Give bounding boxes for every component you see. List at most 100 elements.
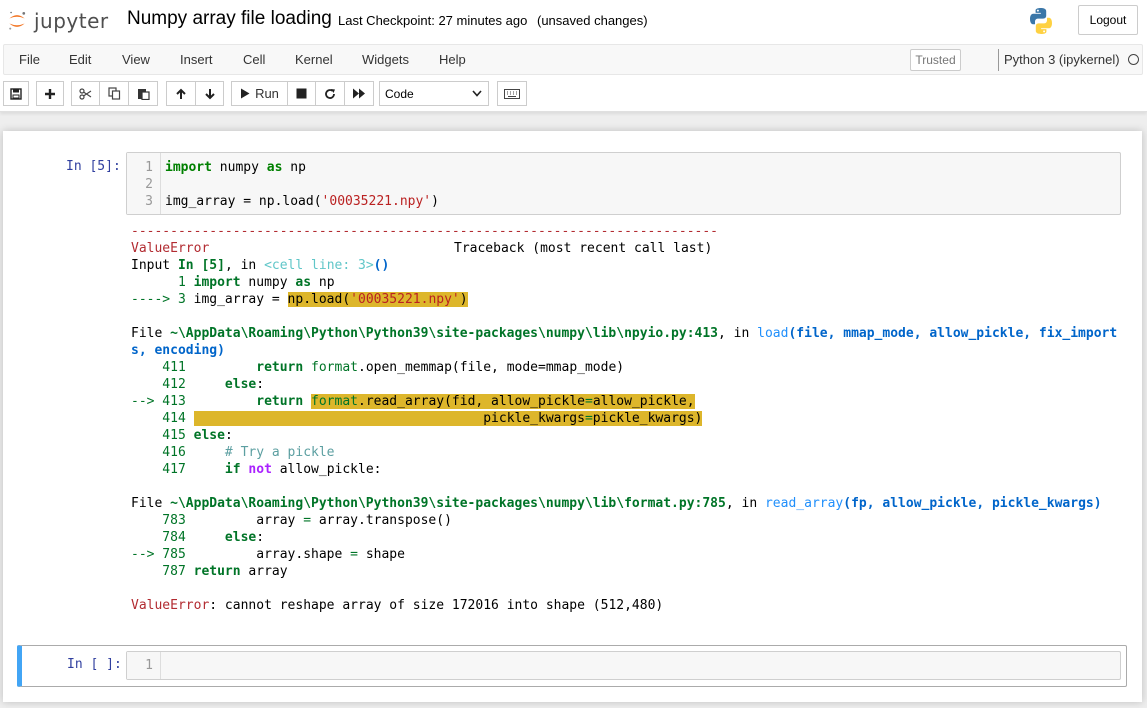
traceback-error-line: --> 785 array.shape = shape — [131, 546, 405, 563]
code-input-area[interactable]: 1 2 3 import numpy as np img_array = np.… — [126, 152, 1121, 215]
line-number: 1 — [145, 160, 153, 175]
paste-button[interactable] — [128, 81, 158, 106]
traceback-text: , in — [224, 258, 265, 273]
traceback-arrow: --> 413 — [131, 394, 194, 409]
code-keyword: else — [193, 377, 257, 392]
menu-kernel[interactable]: Kernel — [295, 52, 333, 67]
logout-button[interactable]: Logout — [1078, 5, 1138, 35]
cut-button[interactable] — [71, 81, 100, 106]
code-line: import numpy as np — [165, 160, 306, 175]
traceback-prompt: In [5] — [177, 258, 225, 273]
traceback-file-line: File ~\AppData\Roaming\Python\Python39\s… — [131, 325, 1117, 342]
run-button[interactable]: Run — [231, 81, 288, 106]
jupyter-logo[interactable]: jupyter — [6, 6, 109, 36]
traceback-line-number: 412 — [131, 377, 194, 392]
traceback-text: File — [131, 326, 171, 341]
menu-view[interactable]: View — [122, 52, 150, 67]
kernel-name[interactable]: Python 3 (ipykernel) — [1004, 52, 1120, 67]
code-text: array.shape — [193, 547, 351, 562]
cell-input-prompt: In [ ]: — [67, 657, 122, 672]
code-text: img_array = — [193, 292, 288, 307]
autosave-status: (unsaved changes) — [537, 13, 648, 28]
paste-icon — [137, 89, 150, 100]
menu-insert[interactable]: Insert — [180, 52, 213, 67]
selected-code-cell[interactable]: In [ ]: 1 — [17, 645, 1127, 687]
code-string: '00035221.npy' — [350, 292, 460, 307]
line-number: 3 — [145, 194, 153, 209]
traceback-line-number: 417 — [131, 462, 194, 477]
traceback-cell-ref[interactable]: <cell line: 3> — [264, 258, 374, 273]
error-message: ValueError: cannot reshape array of size… — [131, 597, 663, 614]
traceback-line-number: 411 — [131, 360, 194, 375]
cell-type-value: Code — [385, 86, 414, 101]
restart-button[interactable] — [315, 81, 345, 106]
traceback-file-path[interactable]: ~\AppData\Roaming\Python\Python39\site-p… — [170, 496, 726, 511]
traceback-context-line: 1 import numpy as np — [131, 274, 335, 291]
code-keyword: as — [266, 160, 283, 175]
menu-edit[interactable]: Edit — [69, 52, 91, 67]
toolbar: Run Code — [3, 81, 1143, 107]
traceback-source-line: 784 else: — [131, 529, 264, 546]
traceback-line-number: 415 — [131, 428, 194, 443]
cell-type-select[interactable]: Code — [379, 81, 489, 106]
traceback-source-line: 416 # Try a pickle — [131, 444, 335, 461]
keyboard-icon — [504, 88, 520, 99]
code-text: np — [311, 275, 335, 290]
code-text: pickle_kwargs — [193, 411, 585, 426]
error-text: : cannot reshape array of size 172016 in… — [209, 598, 664, 613]
error-name: ValueError — [131, 241, 210, 256]
trusted-indicator[interactable]: Trusted — [910, 49, 961, 71]
arrow-down-icon — [204, 88, 215, 99]
jupyter-logo-text: jupyter — [34, 9, 109, 33]
traceback-line-number: 783 — [131, 513, 194, 528]
code-module: format — [311, 394, 358, 409]
cut-icon — [79, 87, 92, 100]
traceback-title: Traceback (most recent call last) — [454, 241, 713, 256]
code-input-area[interactable]: 1 — [126, 651, 1121, 680]
traceback-file-path[interactable]: ~\AppData\Roaming\Python\Python39\site-p… — [170, 326, 718, 341]
menu-widgets[interactable]: Widgets — [362, 52, 409, 67]
code-keyword: import — [193, 275, 241, 290]
traceback-error-line: --> 413 return format.read_array(fid, al… — [131, 393, 695, 410]
kernel-idle-icon — [1128, 54, 1139, 65]
move-up-button[interactable] — [166, 81, 196, 106]
menu-cell[interactable]: Cell — [243, 52, 265, 67]
traceback-source-line: 411 return format.open_memmap(file, mode… — [131, 359, 624, 376]
code-keyword: as — [295, 275, 312, 290]
code-text: array.transpose() — [311, 513, 452, 528]
traceback-source-line: 417 if not allow_pickle: — [131, 461, 381, 478]
code-comment: # Try a pickle — [193, 445, 335, 460]
traceback-dashes: ----------------------------------------… — [131, 224, 718, 239]
traceback-args: (fp, allow_pickle, pickle_kwargs) — [843, 496, 1102, 511]
traceback-function: load — [757, 326, 789, 341]
code-module: format — [311, 360, 358, 375]
code-text: : — [224, 428, 233, 443]
restart-run-all-button[interactable] — [344, 81, 374, 106]
move-down-button[interactable] — [195, 81, 224, 106]
menu-help[interactable]: Help — [439, 52, 466, 67]
code-text: allow_pickle, — [592, 394, 695, 409]
traceback-text: Input — [131, 258, 178, 273]
code-keyword: import — [165, 160, 212, 175]
insert-cell-button[interactable] — [36, 81, 64, 106]
restart-icon — [325, 88, 335, 99]
save-button[interactable] — [3, 81, 29, 106]
traceback-header: ValueError Traceback (most recent call la… — [131, 240, 712, 257]
code-keyword: else — [193, 428, 225, 443]
notebook-name[interactable]: Numpy array file loading — [127, 8, 332, 30]
interrupt-button[interactable] — [287, 81, 316, 106]
traceback-error-line: 414 pickle_kwargs=pickle_kwargs) — [131, 410, 703, 427]
code-keyword: return — [193, 394, 304, 409]
kernel-separator — [998, 49, 999, 71]
code-text: : — [256, 377, 265, 392]
copy-button[interactable] — [99, 81, 129, 106]
line-number: 2 — [145, 177, 153, 192]
command-palette-button[interactable] — [497, 81, 527, 106]
code-keyword: if — [193, 462, 241, 477]
menu-file[interactable]: File — [19, 52, 40, 67]
run-label: Run — [255, 86, 279, 101]
stop-icon — [296, 88, 307, 99]
traceback-source-line: 787 return array — [131, 563, 287, 580]
code-keyword: not — [248, 462, 272, 477]
